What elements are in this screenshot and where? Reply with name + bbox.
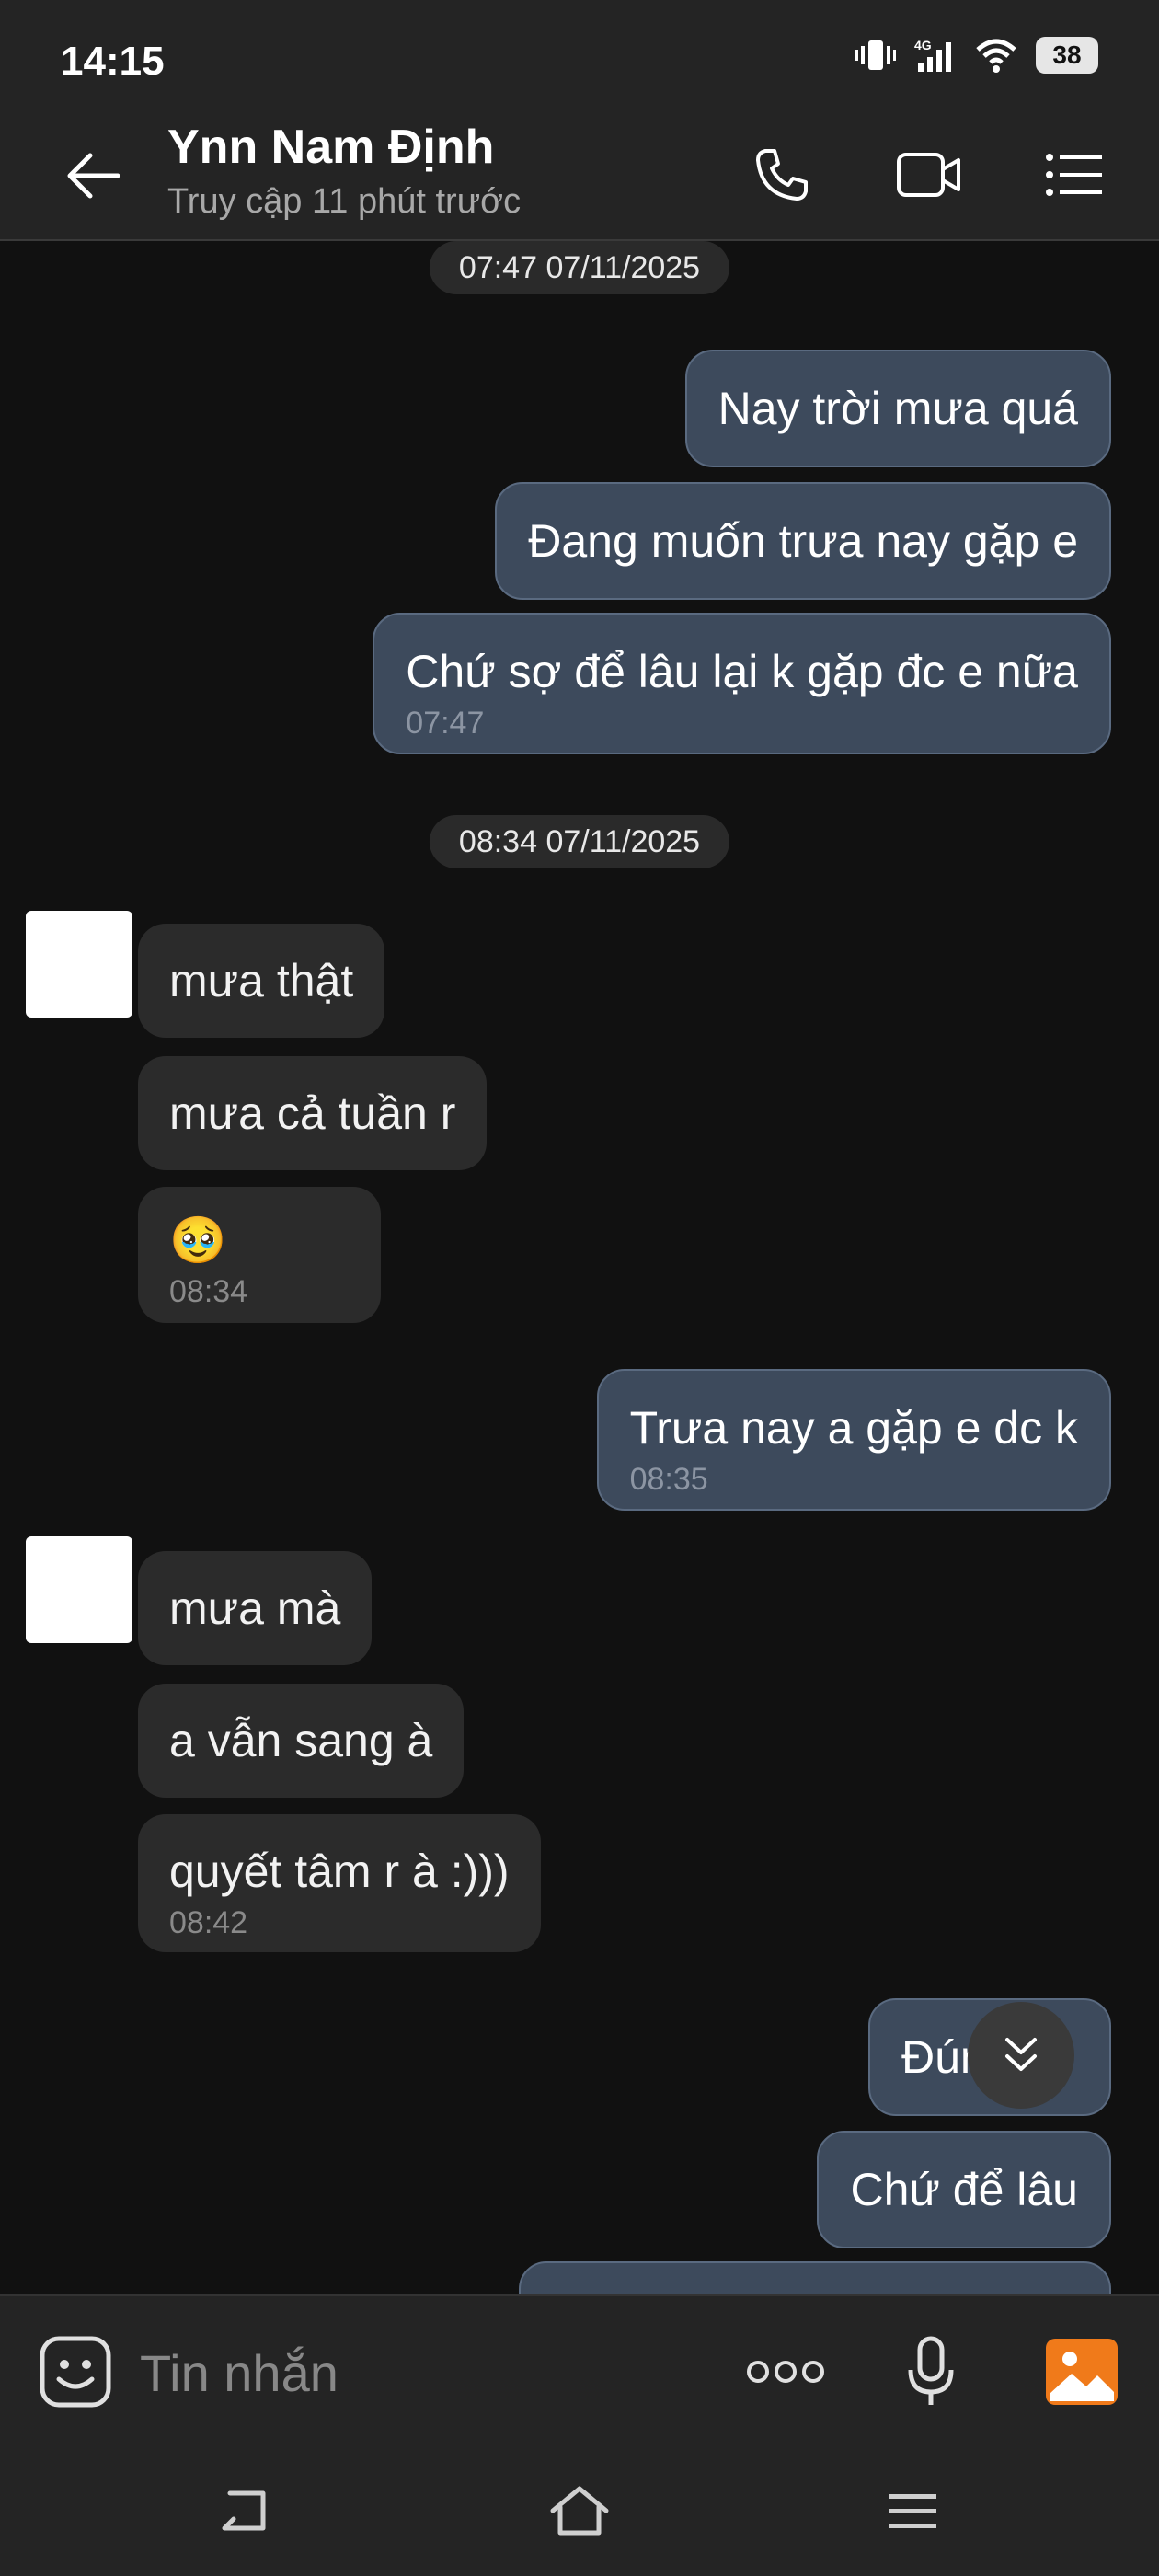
chat-header: Ynn Nam Định Truy cập 11 phút trước: [0, 110, 1159, 241]
message-bubble-received[interactable]: mưa thật: [138, 924, 385, 1038]
message-text: quyết tâm r à :))): [169, 1846, 510, 1897]
message-text: mưa thật: [169, 955, 354, 1006]
message-bubble-sent[interactable]: Chứ sợ để lâu lại k gặp đc e nữa 07:47: [373, 613, 1111, 754]
message-text: mưa cả tuần r: [169, 1087, 456, 1139]
message-bubble-sent[interactable]: Trưa nay a gặp e dc k 08:35: [596, 1369, 1111, 1511]
signal-icon: 4G: [914, 38, 951, 72]
message-time: 08:42: [169, 1905, 248, 1940]
message-text: Chứ để lâu: [850, 2164, 1078, 2215]
network-label: 4G: [914, 38, 932, 52]
more-options-button[interactable]: [741, 2333, 830, 2410]
mic-icon: [908, 2336, 954, 2405]
avatar[interactable]: [26, 1536, 132, 1643]
message-bubble-received[interactable]: mưa mà: [138, 1551, 373, 1665]
status-time: 14:15: [61, 39, 165, 84]
nav-home-button[interactable]: [543, 2478, 616, 2543]
chevrons-down-icon: [1005, 2038, 1037, 2071]
nav-back-button[interactable]: [208, 2478, 281, 2543]
sticker-icon: [40, 2336, 111, 2408]
avatar[interactable]: [26, 911, 132, 1018]
message-bubble-sent-partial[interactable]: [519, 2261, 1111, 2294]
scroll-to-bottom-button[interactable]: [968, 2002, 1074, 2109]
contact-name[interactable]: Ynn Nam Định: [167, 120, 494, 175]
message-input[interactable]: [138, 2333, 694, 2412]
vibrate-icon: [855, 40, 896, 70]
message-bubble-received[interactable]: quyết tâm r à :))) 08:42: [138, 1814, 541, 1952]
back-button[interactable]: [61, 144, 125, 208]
video-call-button[interactable]: [892, 138, 966, 212]
list-icon: [1046, 154, 1102, 196]
message-text: mưa mà: [169, 1582, 341, 1634]
message-time: 07:47: [406, 706, 485, 741]
message-bubble-sent[interactable]: Chứ để lâu: [817, 2131, 1111, 2248]
message-text: Nay trời mưa quá: [717, 383, 1078, 434]
more-dots-icon: [747, 2361, 824, 2383]
message-text: 🥹: [169, 1214, 227, 1266]
status-bar: 14:15 4G 38: [0, 0, 1159, 110]
status-icons: 4G 38: [855, 37, 1098, 74]
message-text: Đang muốn trưa nay gặp e: [528, 515, 1078, 567]
composer-bar: [0, 2294, 1159, 2444]
return-icon: [222, 2490, 266, 2531]
voice-message-button[interactable]: [892, 2333, 970, 2410]
message-bubble-received[interactable]: 🥹 08:34: [138, 1187, 381, 1323]
battery-indicator: 38: [1036, 37, 1098, 74]
message-bubble-sent[interactable]: Nay trời mưa quá: [684, 350, 1111, 467]
gallery-button[interactable]: [1043, 2333, 1120, 2410]
arrow-left-icon: [67, 153, 120, 199]
message-text: a vẫn sang à: [169, 1715, 433, 1766]
message-text: Trưa nay a gặp e dc k: [629, 1402, 1078, 1454]
wifi-icon: [976, 39, 1016, 73]
video-icon: [897, 153, 960, 197]
home-icon: [550, 2486, 609, 2536]
message-bubble-received[interactable]: mưa cả tuần r: [138, 1056, 488, 1170]
nav-recents-button[interactable]: [876, 2478, 949, 2543]
call-button[interactable]: [745, 138, 819, 212]
message-bubble-received[interactable]: a vẫn sang à: [138, 1684, 465, 1798]
contact-status: Truy cập 11 phút trước: [167, 182, 522, 221]
date-separator: 08:34 07/11/2025: [429, 815, 730, 868]
message-time: 08:34: [169, 1274, 248, 1309]
image-icon: [1046, 2339, 1118, 2405]
system-nav-bar: [0, 2442, 1159, 2576]
message-bubble-sent[interactable]: Đang muốn trưa nay gặp e: [495, 482, 1111, 600]
message-text: Chứ sợ để lâu lại k gặp đc e nữa: [406, 646, 1078, 697]
options-menu-button[interactable]: [1038, 138, 1111, 212]
menu-icon: [889, 2494, 936, 2528]
message-list[interactable]: 07:47 07/11/2025 Nay trời mưa quá Đang m…: [0, 241, 1159, 2294]
message-time: 08:35: [629, 1462, 708, 1497]
sticker-button[interactable]: [37, 2333, 114, 2410]
phone-icon: [756, 149, 808, 201]
date-separator: 07:47 07/11/2025: [429, 241, 730, 294]
